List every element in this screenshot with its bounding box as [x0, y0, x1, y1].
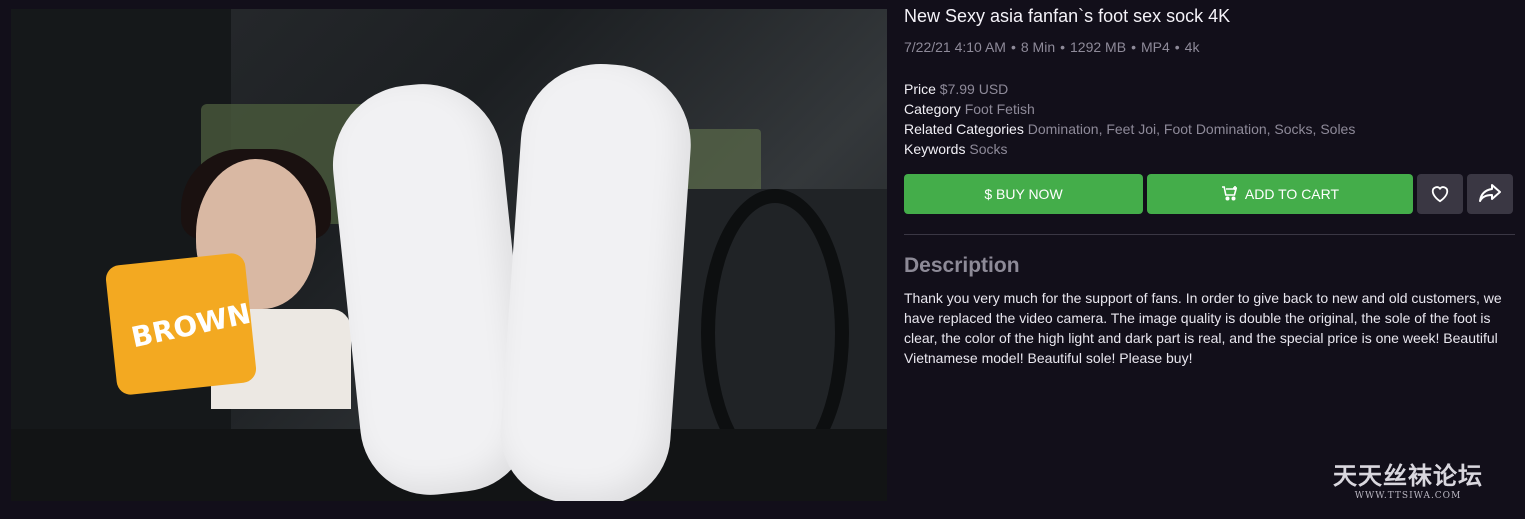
category-label: Category: [904, 101, 961, 117]
meta-date: 7/22/21 4:10 AM: [904, 39, 1006, 55]
description-heading: Description: [904, 254, 1020, 277]
product-title: New Sexy asia fanfan`s foot sex sock 4K: [904, 6, 1231, 26]
product-meta: 7/22/21 4:10 AM • 8 Min • 1292 MB • MP4 • 4k: [904, 39, 1199, 55]
meta-separator: •: [1131, 39, 1136, 55]
meta-quality: 4k: [1184, 39, 1200, 55]
keywords-row: Keywords Socks: [904, 139, 1355, 159]
meta-separator: •: [1010, 39, 1016, 55]
meta-format: MP4: [1140, 39, 1170, 55]
keywords-label: Keywords: [904, 141, 966, 157]
meta-duration: 8 Min: [1020, 39, 1056, 55]
related-categories-label: Related Categories: [904, 121, 1024, 137]
heart-icon: [1429, 183, 1451, 206]
section-divider: [904, 234, 1515, 235]
share-icon: [1478, 183, 1502, 206]
meta-separator: •: [1060, 39, 1066, 55]
buy-now-label: $ BUY NOW: [984, 186, 1063, 202]
cart-plus-icon: [1221, 185, 1239, 204]
watermark-title: 天天丝袜论坛: [1333, 462, 1483, 490]
buy-now-button[interactable]: $ BUY NOW: [904, 174, 1143, 214]
meta-size: 1292 MB: [1070, 39, 1127, 55]
add-to-cart-label: ADD TO CART: [1244, 186, 1340, 202]
price-row: Price $7.99 USD: [904, 79, 1355, 99]
category-link[interactable]: Foot Fetish: [965, 101, 1035, 117]
price-value: $7.99 USD: [939, 81, 1009, 97]
product-thumbnail[interactable]: BROWN: [11, 9, 887, 501]
keywords-link[interactable]: Socks: [969, 141, 1007, 157]
watermark: 天天丝袜论坛 WWW.TTSIWA.COM: [1333, 456, 1483, 501]
product-details: Price $7.99 USD Category Foot Fetish Rel…: [904, 79, 1355, 159]
category-row: Category Foot Fetish: [904, 99, 1355, 119]
meta-separator: •: [1174, 39, 1180, 55]
related-categories-links[interactable]: Domination, Feet Joi, Foot Domination, S…: [1028, 121, 1356, 137]
description-text: Thank you very much for the support of f…: [904, 290, 1502, 366]
price-label: Price: [904, 81, 936, 97]
add-to-cart-button[interactable]: ADD TO CART: [1147, 174, 1413, 214]
favorite-button[interactable]: [1417, 174, 1463, 214]
watermark-url: WWW.TTSIWA.COM: [1354, 491, 1462, 501]
related-categories-row: Related Categories Domination, Feet Joi,…: [904, 119, 1355, 139]
right-sock: [495, 58, 697, 501]
share-button[interactable]: [1467, 174, 1513, 214]
